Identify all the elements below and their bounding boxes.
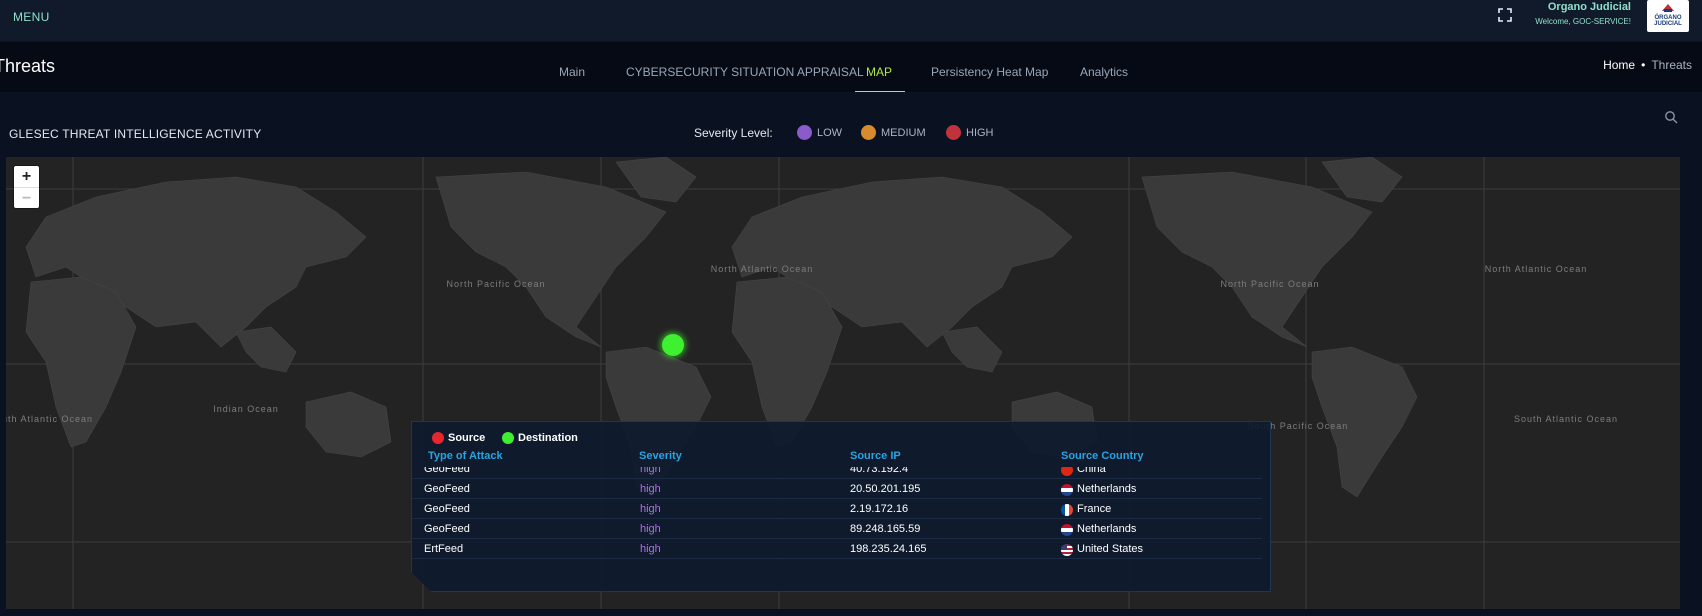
cell-severity: high	[640, 543, 661, 555]
attack-table-header: Type of Attack Severity Source IP Source…	[412, 450, 1272, 466]
cell-severity: high	[640, 483, 661, 495]
severity-high: HIGH	[966, 127, 994, 139]
cell-severity: high	[640, 523, 661, 535]
source-dot	[432, 432, 444, 444]
cell-source-ip: 198.235.24.165	[850, 543, 927, 555]
search-icon[interactable]	[1664, 110, 1678, 124]
destination-dot	[502, 432, 514, 444]
netherlands-flag-icon	[1061, 484, 1073, 496]
column-source-ip: Source IP	[850, 450, 901, 462]
table-row: GeoFeed high 20.50.201.195 Netherlands	[412, 479, 1262, 499]
ocean-label-north-atlantic-2: North Atlantic Ocean	[1485, 264, 1588, 274]
breadcrumb: Home • Threats	[1603, 58, 1692, 72]
tab-persistency-heat-map[interactable]: Persistency Heat Map	[931, 65, 1048, 79]
zoom-in-button[interactable]: +	[14, 166, 39, 187]
panel-title: GLESEC THREAT INTELLIGENCE ACTIVITY	[9, 127, 262, 141]
cell-type: GeoFeed	[424, 467, 470, 475]
netherlands-flag-icon	[1061, 524, 1073, 536]
severity-dot-low	[797, 125, 812, 140]
org-name: Organo Judicial	[1547, 1, 1631, 13]
column-source-country: Source Country	[1061, 450, 1144, 462]
france-flag-icon	[1061, 504, 1073, 516]
welcome-text: Welcome, GOC-SERVICE!	[1535, 17, 1631, 26]
cell-severity: high	[640, 467, 661, 475]
attack-table-body[interactable]: GeoFeed high 40.73.192.4 China GeoFeed h…	[412, 467, 1262, 578]
table-row: ErtFeed high 198.235.24.165 United State…	[412, 539, 1262, 559]
fullscreen-icon[interactable]	[1497, 7, 1513, 23]
cell-source-country: Netherlands	[1077, 483, 1137, 495]
menu-button[interactable]: MENU	[13, 10, 50, 24]
destination-marker[interactable]	[662, 334, 684, 356]
table-row: GeoFeed high 40.73.192.4 China	[412, 467, 1262, 479]
cell-source-country: China	[1077, 467, 1106, 475]
attack-table-panel: Source Destination Type of Attack Severi…	[411, 421, 1271, 592]
severity-dot-medium	[861, 125, 876, 140]
cell-source-country: France	[1077, 503, 1112, 515]
top-bar: MENU Organo Judicial Welcome, GOC-SERVIC…	[0, 0, 1702, 42]
ocean-label-south-atlantic: South Atlantic Ocean	[6, 414, 93, 424]
cell-source-ip: 89.248.165.59	[850, 523, 921, 535]
page-title: Threats	[0, 56, 56, 76]
tab-map[interactable]: MAP	[866, 65, 892, 79]
breadcrumb-separator: •	[1641, 58, 1646, 72]
ocean-label-indian: Indian Ocean	[213, 404, 279, 414]
legend-destination: Destination	[518, 432, 578, 444]
tab-main[interactable]: Main	[559, 65, 585, 79]
page-header: Threats Main CYBERSECURITY SITUATION APP…	[0, 42, 1702, 92]
cell-source-country: Netherlands	[1077, 523, 1137, 535]
severity-dot-high	[946, 125, 961, 140]
ocean-label-north-pacific-2: North Pacific Ocean	[1220, 279, 1319, 289]
cell-type: GeoFeed	[424, 523, 470, 535]
united-states-flag-icon	[1061, 544, 1073, 556]
severity-low: LOW	[817, 127, 843, 139]
ocean-label-north-atlantic: North Atlantic Ocean	[711, 264, 814, 274]
column-type-of-attack: Type of Attack	[428, 450, 503, 462]
cell-source-ip: 2.19.172.16	[850, 503, 909, 515]
seal-icon	[1662, 4, 1674, 12]
ocean-label-south-atlantic-2: South Atlantic Ocean	[1514, 414, 1618, 424]
cell-type: GeoFeed	[424, 503, 470, 515]
china-flag-icon	[1061, 467, 1073, 476]
cell-severity: high	[640, 503, 661, 515]
tab-cybersecurity-situation-appraisal[interactable]: CYBERSECURITY SITUATION APPRAISAL	[626, 65, 864, 79]
legend-source: Source	[448, 432, 486, 444]
column-severity: Severity	[639, 450, 682, 462]
threat-map-panel: GLESEC THREAT INTELLIGENCE ACTIVITY Seve…	[0, 92, 1702, 616]
severity-label: Severity Level:	[694, 126, 773, 140]
cell-source-ip: 40.73.192.4	[850, 467, 909, 475]
tab-analytics[interactable]: Analytics	[1080, 65, 1128, 79]
severity-medium: MEDIUM	[881, 127, 926, 139]
cell-type: ErtFeed	[424, 543, 464, 555]
breadcrumb-current: Threats	[1651, 58, 1692, 72]
logo-text: ÓRGANO JUDICIAL	[1654, 15, 1682, 27]
zoom-out-button[interactable]: −	[14, 187, 39, 208]
table-row: GeoFeed high 89.248.165.59 Netherlands	[412, 519, 1262, 539]
org-logo: ÓRGANO JUDICIAL	[1647, 0, 1689, 32]
ocean-label-north-pacific: North Pacific Ocean	[446, 279, 545, 289]
cell-type: GeoFeed	[424, 483, 470, 495]
cell-source-country: United States	[1077, 543, 1144, 555]
cell-source-ip: 20.50.201.195	[850, 483, 921, 495]
table-row: GeoFeed high 2.19.172.16 France	[412, 499, 1262, 519]
breadcrumb-home[interactable]: Home	[1603, 58, 1635, 72]
zoom-control: + −	[14, 166, 39, 208]
